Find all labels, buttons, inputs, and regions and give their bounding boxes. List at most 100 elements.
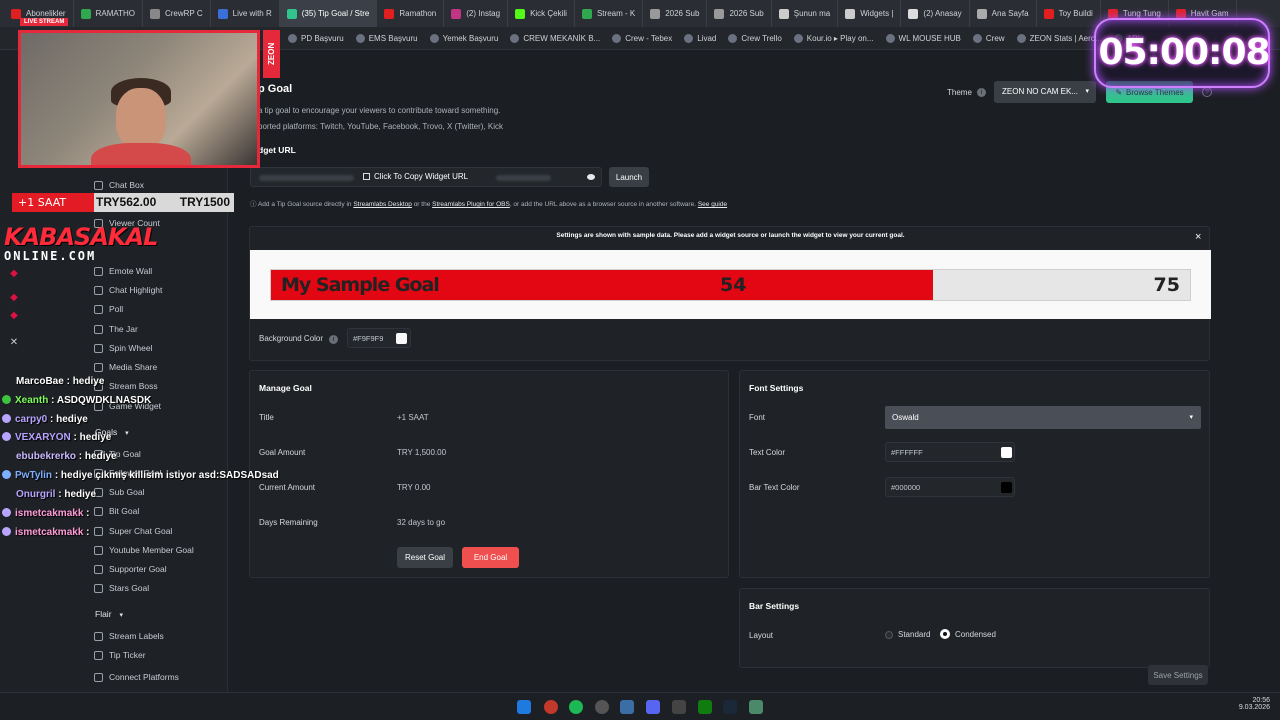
layout-standard-option[interactable]: Standard <box>885 630 930 639</box>
browser-tab[interactable]: Stream - K <box>575 0 644 27</box>
layout-condensed-option[interactable]: Condensed <box>940 629 996 639</box>
bookmark-item[interactable]: Crew Trello <box>728 33 782 43</box>
font-label: Font <box>749 413 766 422</box>
browser-tab[interactable]: Ana Sayfa <box>970 0 1037 27</box>
tab-label: Ana Sayfa <box>991 9 1029 18</box>
steam-icon[interactable] <box>723 700 737 714</box>
blurred-url-right <box>496 175 551 181</box>
taskbar-clock[interactable]: 20:56 9.03.2026 <box>1236 697 1270 711</box>
bookmark-item[interactable]: EMS Başvuru <box>355 33 418 43</box>
condensed-label: Condensed <box>955 629 996 639</box>
sidebar-item[interactable]: Spin Wheel <box>94 343 152 353</box>
reset-goal-button[interactable]: Reset Goal <box>397 547 453 568</box>
explorer-icon[interactable] <box>620 700 634 714</box>
help-suffix: , or add the URL above as a browser sour… <box>509 201 697 208</box>
widget-icon <box>94 343 103 353</box>
help-icon[interactable]: ? <box>1202 87 1212 97</box>
clock-date: 9.03.2026 <box>1238 704 1270 711</box>
bookmark-item[interactable]: Crew - Tebex <box>612 33 672 43</box>
browser-tab[interactable]: (35) Tip Goal / Stre <box>279 0 378 27</box>
font-settings-header: Font Settings <box>749 383 804 393</box>
bookmark-item[interactable]: Kour.io ▸ Play on... <box>793 33 874 43</box>
app-icon[interactable]: ◆ <box>8 310 20 322</box>
widget-icon <box>94 362 103 372</box>
bookmark-item[interactable]: PD Başvuru <box>288 33 344 43</box>
sidebar-item[interactable]: Poll <box>94 304 123 314</box>
bg-color-input[interactable]: #F9F9F9 <box>347 328 411 348</box>
sidebar-item[interactable]: Super Chat Goal <box>94 526 172 536</box>
sidebar-group-flair[interactable]: Flair <box>95 609 123 619</box>
app-icon[interactable]: ◆ <box>8 292 20 304</box>
streamlabs-desktop-link[interactable]: Streamlabs Desktop <box>353 201 412 208</box>
obs-icon[interactable] <box>595 700 609 714</box>
text-color-input[interactable]: #FFFFFF <box>885 442 1015 462</box>
sidebar-item[interactable]: Connect Platforms <box>94 672 179 682</box>
xbox-icon[interactable] <box>698 700 712 714</box>
copy-widget-url-button[interactable]: Click To Copy Widget URL <box>363 172 468 181</box>
bg-color-swatch[interactable] <box>396 333 407 344</box>
browser-tab[interactable]: CrewRP C <box>143 0 211 27</box>
browser-tab[interactable]: Live with R <box>211 0 280 27</box>
bookmark-item[interactable]: ZEON Stats | Aero... <box>1016 33 1102 43</box>
sidebar-item[interactable]: Stream Labels <box>94 631 164 641</box>
radio-condensed[interactable] <box>940 629 950 639</box>
app-icon[interactable] <box>672 700 686 714</box>
sidebar-item-label: Spin Wheel <box>109 343 153 353</box>
tab-favicon-icon <box>384 8 395 19</box>
x-icon[interactable]: ✕ <box>8 337 20 349</box>
browser-tab[interactable]: Widgets | <box>838 0 902 27</box>
chat-username: VEXARYON <box>15 432 71 443</box>
spotify-icon[interactable] <box>569 700 583 714</box>
browser-tab[interactable]: Şunun ma <box>772 0 839 27</box>
sidebar-item[interactable]: Chat Highlight <box>94 285 162 295</box>
launch-button[interactable]: Launch <box>609 167 649 187</box>
browser-tab[interactable]: Kick Çekili <box>508 0 575 27</box>
browser-tab[interactable]: (2) Instag <box>444 0 509 27</box>
close-icon[interactable]: × <box>1195 231 1201 243</box>
theme-select[interactable]: ZEON NO CAM EK... ▾ <box>994 81 1096 103</box>
bookmark-item[interactable]: CREW MEKANİK B... <box>510 33 600 43</box>
sidebar-item[interactable]: Stars Goal <box>94 583 149 593</box>
font-select[interactable]: Oswald ▾ <box>885 406 1201 429</box>
discord-icon[interactable] <box>646 700 660 714</box>
sidebar-item[interactable]: Chat Box <box>94 180 144 190</box>
browser-tab[interactable]: (2) Anasay <box>901 0 970 27</box>
browser-tab[interactable]: RAMATHO <box>74 0 143 27</box>
bookmark-label: Crew <box>985 33 1005 43</box>
widget-url-field[interactable]: Click To Copy Widget URL <box>250 167 602 187</box>
bookmark-item[interactable]: Yemek Başvuru <box>429 33 498 43</box>
sidebar-item[interactable]: Tip Ticker <box>94 650 146 660</box>
app-icon[interactable] <box>749 700 763 714</box>
app-icon[interactable]: ◆ <box>8 268 20 280</box>
sidebar-item-label: Chat Highlight <box>109 285 163 295</box>
tab-label: Kick Çekili <box>530 9 567 18</box>
sidebar-item-label: Chat Box <box>109 180 144 190</box>
sidebar-item[interactable]: Youtube Member Goal <box>94 545 194 555</box>
chat-text: : <box>83 508 90 519</box>
bar-text-color-swatch[interactable] <box>1001 482 1012 493</box>
sidebar-item[interactable]: Sub Goal <box>94 487 144 497</box>
text-color-swatch[interactable] <box>1001 447 1012 458</box>
browser-tab[interactable]: Ramathon <box>377 0 445 27</box>
browser-tab[interactable]: 2026 Sub <box>707 0 772 27</box>
sidebar-item[interactable]: The Jar <box>94 324 138 334</box>
save-settings-button[interactable]: Save Settings <box>1148 665 1208 685</box>
browser-tab[interactable]: 2026 Sub <box>643 0 708 27</box>
sidebar-item[interactable]: Media Share <box>94 362 157 372</box>
opera-icon[interactable] <box>544 700 558 714</box>
tab-label: Havit Gam <box>1190 9 1229 18</box>
sidebar-item[interactable]: Bit Goal <box>94 506 139 516</box>
bar-text-color-input[interactable]: #000000 <box>885 477 1015 497</box>
streamlabs-plugin-link[interactable]: Streamlabs Plugin for OBS <box>432 201 510 208</box>
end-goal-button[interactable]: End Goal <box>462 547 519 568</box>
sidebar-item[interactable]: Supporter Goal <box>94 564 167 574</box>
eye-icon[interactable] <box>587 174 595 180</box>
bookmark-item[interactable]: Crew <box>972 33 1005 43</box>
browser-tab[interactable]: Toy Buildi <box>1037 0 1101 27</box>
bookmark-item[interactable]: Livad <box>684 33 716 43</box>
sidebar-item[interactable]: Emote Wall <box>94 266 152 276</box>
radio-standard[interactable] <box>885 630 893 639</box>
start-icon[interactable] <box>517 700 531 714</box>
see-guide-link[interactable]: See guide <box>698 201 727 208</box>
bookmark-item[interactable]: WL MOUSE HUB <box>885 33 961 43</box>
